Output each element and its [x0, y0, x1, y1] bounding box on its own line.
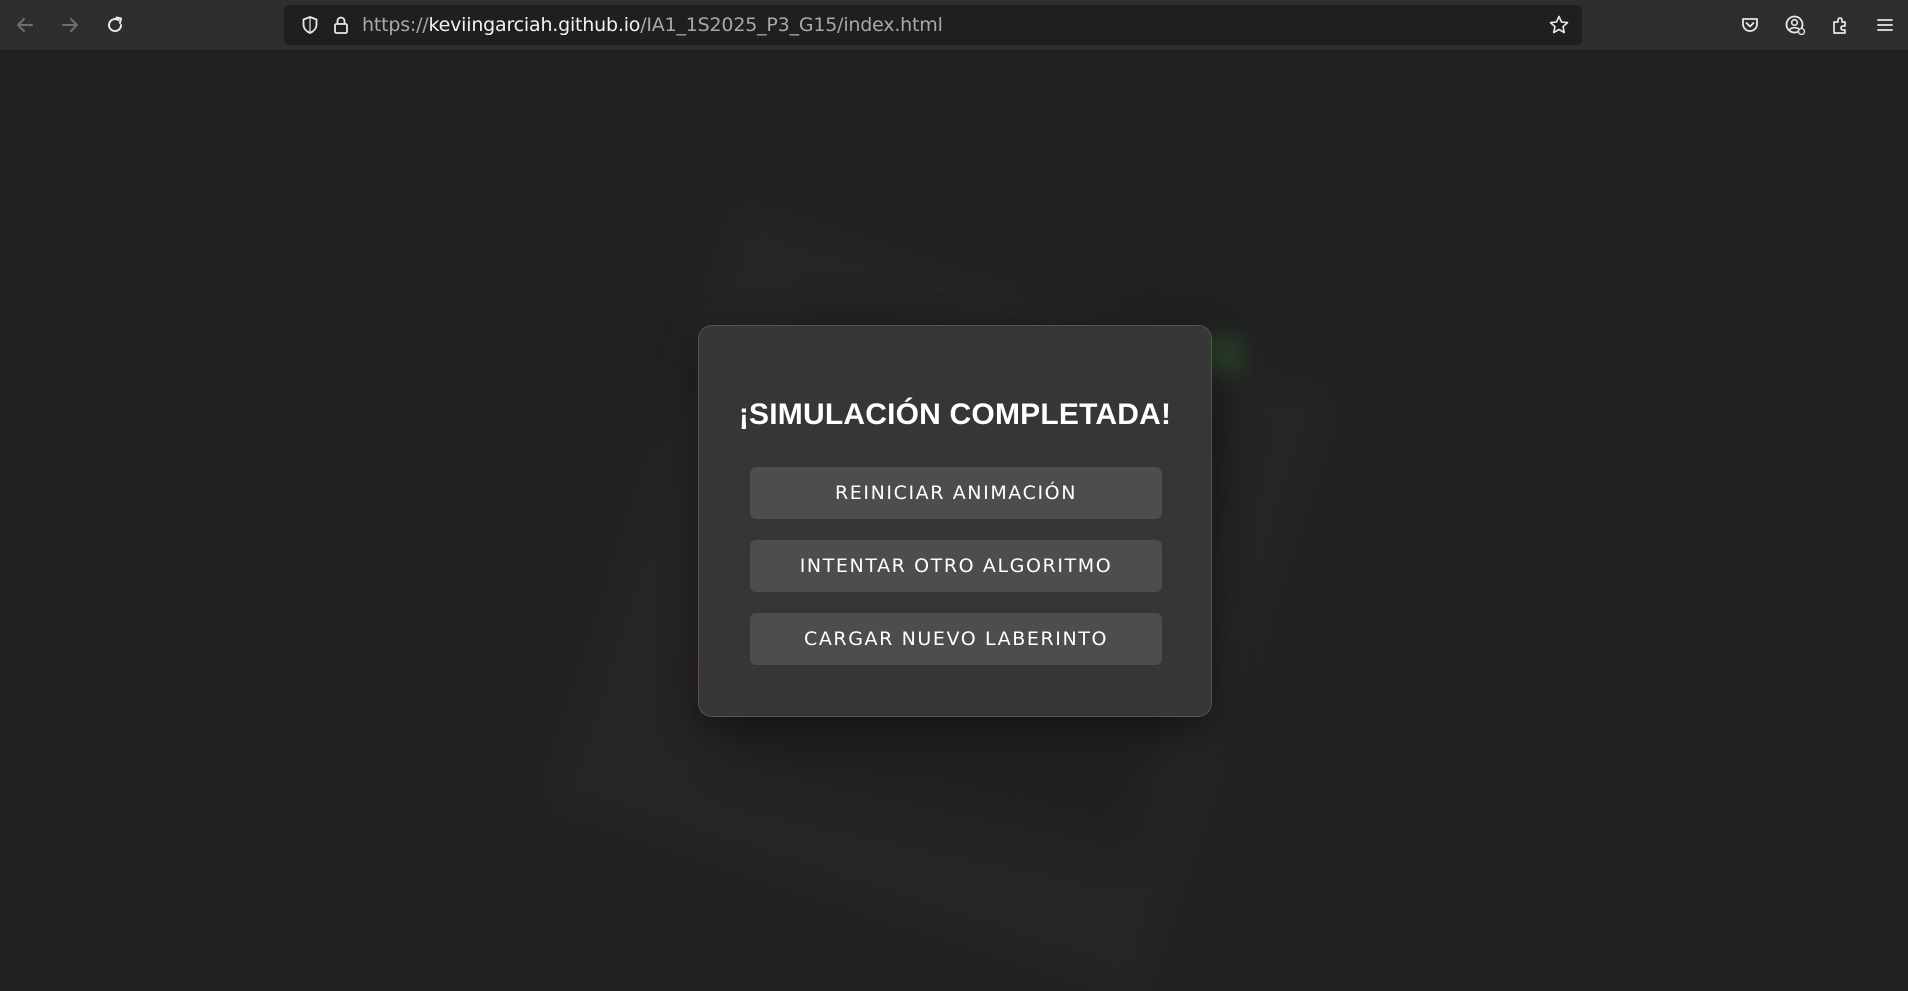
url-text[interactable]: https://keviingarciah.github.io/IA1_1S20… [362, 5, 943, 45]
reload-button[interactable] [98, 8, 132, 42]
bookmark-star-icon[interactable] [1544, 5, 1574, 45]
forward-button[interactable] [53, 8, 87, 42]
modal-title: ¡SIMULACIÓN COMPLETADA! [738, 398, 1172, 431]
address-bar[interactable]: https://keviingarciah.github.io/IA1_1S20… [284, 5, 1582, 45]
menu-button[interactable] [1868, 8, 1902, 42]
load-new-maze-button[interactable]: CARGAR NUEVO LABERINTO [750, 613, 1162, 665]
restart-animation-button[interactable]: REINICIAR ANIMACIÓN [750, 467, 1162, 519]
menu-icon [1877, 19, 1893, 31]
pocket-button[interactable] [1733, 8, 1767, 42]
reload-icon [108, 16, 123, 33]
shield-icon[interactable] [292, 5, 328, 45]
extensions-icon [1833, 17, 1846, 34]
forward-arrow-icon [62, 18, 78, 32]
completion-modal: ¡SIMULACIÓN COMPLETADA! REINICIAR ANIMAC… [698, 325, 1212, 717]
back-arrow-icon [17, 18, 33, 32]
pocket-icon [1742, 18, 1758, 32]
account-icon [1785, 15, 1806, 36]
url-scheme: https:// [362, 14, 429, 36]
try-other-algorithm-button[interactable]: INTENTAR OTRO ALGORITMO [750, 540, 1162, 592]
back-button[interactable] [8, 8, 42, 42]
account-button[interactable] [1778, 8, 1812, 42]
lock-icon[interactable] [326, 5, 356, 45]
extensions-button[interactable] [1823, 8, 1857, 42]
url-host: keviingarciah.github.io [428, 14, 641, 36]
url-path: /IA1_1S2025_P3_G15/index.html [640, 14, 943, 36]
browser-toolbar: https://keviingarciah.github.io/IA1_1S20… [0, 0, 1908, 50]
